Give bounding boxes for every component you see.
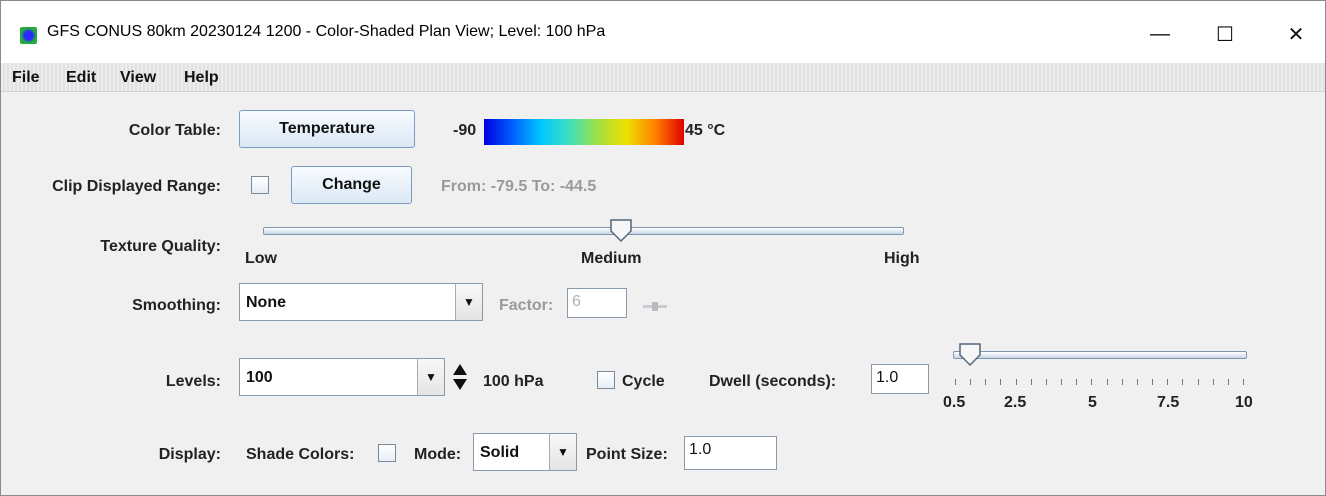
dwell-tick-label: 2.5 bbox=[1004, 394, 1027, 411]
clip-range-text: From: -79.5 To: -44.5 bbox=[441, 178, 597, 195]
menu-edit[interactable]: Edit bbox=[66, 69, 96, 87]
smoothing-label: Smoothing: bbox=[132, 297, 221, 314]
dwell-tick bbox=[1106, 379, 1108, 385]
levels-dropdown[interactable]: 100 ▼ bbox=[239, 358, 445, 396]
dwell-tick bbox=[1197, 379, 1199, 385]
shade-colors-label: Shade Colors: bbox=[246, 446, 355, 463]
dwell-tick bbox=[1015, 379, 1017, 385]
dwell-tick bbox=[1227, 379, 1229, 385]
level-unit-text: 100 hPa bbox=[483, 373, 544, 390]
mode-value: Solid bbox=[480, 444, 520, 461]
color-table-max: 45 °C bbox=[685, 122, 726, 139]
texture-medium-label: Medium bbox=[581, 250, 642, 267]
window-title: GFS CONUS 80km 20230124 1200 - Color-Sha… bbox=[47, 23, 606, 40]
dwell-tick bbox=[1030, 379, 1032, 385]
dwell-tick-label: 7.5 bbox=[1157, 394, 1180, 411]
maximize-button[interactable]: ☐ bbox=[1196, 11, 1254, 57]
mode-label: Mode: bbox=[414, 446, 462, 463]
texture-low-label: Low bbox=[245, 250, 277, 267]
shade-colors-checkbox[interactable] bbox=[378, 444, 396, 462]
title-bar: GFS CONUS 80km 20230124 1200 - Color-Sha… bbox=[1, 1, 1325, 63]
chevron-down-icon[interactable]: ▼ bbox=[455, 284, 482, 320]
texture-high-label: High bbox=[884, 250, 920, 267]
dwell-tick bbox=[1212, 379, 1214, 385]
clip-range-label: Clip Displayed Range: bbox=[52, 178, 221, 195]
level-spinner-icon[interactable] bbox=[452, 363, 468, 391]
dwell-tick bbox=[955, 379, 956, 385]
chevron-down-icon[interactable]: ▼ bbox=[549, 434, 576, 470]
dwell-tick bbox=[1121, 379, 1123, 385]
dwell-tick bbox=[1152, 379, 1154, 385]
menu-file[interactable]: File bbox=[12, 69, 40, 87]
dwell-tick bbox=[1243, 379, 1244, 385]
clip-range-checkbox[interactable] bbox=[251, 176, 269, 194]
texture-slider-thumb[interactable] bbox=[610, 219, 632, 243]
menu-view[interactable]: View bbox=[120, 69, 156, 87]
dwell-slider-thumb[interactable] bbox=[959, 343, 981, 367]
dwell-tick bbox=[1076, 379, 1078, 385]
factor-field[interactable]: 6 bbox=[567, 288, 627, 318]
texture-slider-track[interactable] bbox=[263, 227, 904, 235]
minimize-button[interactable]: — bbox=[1131, 11, 1189, 57]
point-size-field[interactable]: 1.0 bbox=[684, 436, 777, 470]
dwell-label: Dwell (seconds): bbox=[709, 373, 837, 390]
factor-slider-icon bbox=[643, 298, 667, 311]
cycle-checkbox[interactable] bbox=[597, 371, 615, 389]
dwell-field[interactable]: 1.0 bbox=[871, 364, 929, 394]
dwell-tick bbox=[985, 379, 987, 385]
levels-value: 100 bbox=[246, 369, 273, 386]
menu-bar: File Edit View Help bbox=[1, 63, 1325, 92]
factor-label: Factor: bbox=[499, 297, 554, 314]
dwell-slider-track[interactable] bbox=[953, 351, 1247, 359]
dwell-tick-label: 5 bbox=[1088, 394, 1097, 411]
smoothing-dropdown[interactable]: None ▼ bbox=[239, 283, 483, 321]
texture-quality-label: Texture Quality: bbox=[100, 238, 221, 255]
color-table-button[interactable]: Temperature bbox=[239, 110, 415, 148]
chevron-down-icon[interactable]: ▼ bbox=[417, 359, 444, 395]
color-table-min: -90 bbox=[453, 122, 477, 139]
cycle-label: Cycle bbox=[622, 373, 665, 390]
dwell-tick bbox=[1136, 379, 1138, 385]
levels-label: Levels: bbox=[165, 373, 221, 390]
dwell-tick bbox=[970, 379, 972, 385]
display-label: Display: bbox=[158, 446, 221, 463]
color-table-label: Color Table: bbox=[128, 122, 221, 139]
dwell-tick bbox=[1045, 379, 1047, 385]
change-button[interactable]: Change bbox=[291, 166, 412, 204]
dwell-tick bbox=[1182, 379, 1184, 385]
dwell-tick bbox=[1000, 379, 1002, 385]
app-window: GFS CONUS 80km 20230124 1200 - Color-Sha… bbox=[0, 0, 1326, 496]
mode-dropdown[interactable]: Solid ▼ bbox=[473, 433, 577, 471]
dwell-tick bbox=[1091, 379, 1093, 385]
color-table-gradient bbox=[484, 119, 684, 145]
dwell-tick bbox=[1061, 379, 1063, 385]
smoothing-value: None bbox=[246, 294, 286, 311]
dwell-tick-label: 10 bbox=[1235, 394, 1253, 411]
dwell-tick bbox=[1167, 379, 1169, 385]
dwell-tick-label: 0.5 bbox=[943, 394, 966, 411]
point-size-label: Point Size: bbox=[586, 446, 668, 463]
app-icon bbox=[20, 27, 37, 44]
close-button[interactable]: ✕ bbox=[1267, 11, 1325, 57]
menu-help[interactable]: Help bbox=[184, 69, 219, 87]
